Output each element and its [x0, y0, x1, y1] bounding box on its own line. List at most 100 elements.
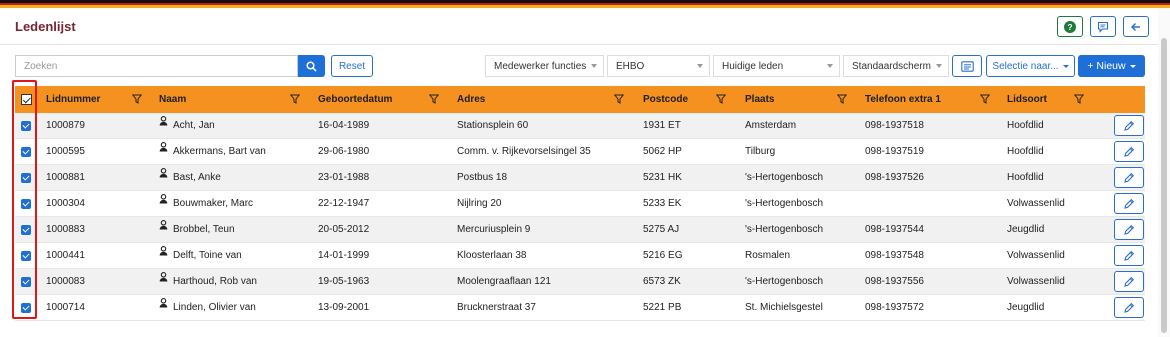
cell-adres: Comm. v. Rijkevorselsingel 35 — [457, 146, 591, 157]
cell-adres: Moolengraaflaan 121 — [457, 276, 551, 287]
cell-lidsoort: Jeugdlid — [1007, 224, 1045, 235]
edit-button[interactable] — [1114, 141, 1144, 162]
cell-naam: Brobbel, Teun — [159, 217, 235, 243]
edit-button[interactable] — [1114, 271, 1144, 292]
cell-naam: Akkermans, Bart van — [159, 139, 266, 165]
row-checkbox[interactable] — [21, 121, 31, 131]
column-header-postcode[interactable]: Postcode — [643, 86, 688, 113]
pencil-icon — [1123, 302, 1135, 314]
cell-plaats: 's-Hertogenbosch — [745, 276, 824, 287]
back-arrow-icon — [1131, 22, 1140, 31]
message-button[interactable] — [952, 55, 982, 77]
cell-adres: Postbus 18 — [457, 172, 508, 183]
row-checkbox[interactable] — [21, 147, 31, 157]
table-header: Lidnummer Naam Geboortedatum Adres Postc… — [15, 86, 1145, 113]
filter-icon[interactable] — [614, 94, 624, 104]
cell-lidnummer: 1000304 — [46, 198, 85, 209]
comment-button[interactable] — [1090, 16, 1116, 37]
row-checkbox[interactable] — [21, 303, 31, 313]
svg-text:?: ? — [1067, 22, 1072, 32]
scrollbar-thumb[interactable] — [1161, 38, 1167, 333]
edit-button[interactable] — [1114, 297, 1144, 318]
member-name: Brobbel, Teun — [173, 224, 235, 235]
cell-geboortedatum: 20-05-2012 — [318, 224, 370, 235]
cell-plaats: Tilburg — [745, 146, 776, 157]
edit-button[interactable] — [1114, 219, 1144, 240]
selectie-naar-button[interactable]: Selectie naar... — [986, 55, 1075, 77]
top-color-stripe — [0, 0, 1170, 8]
help-button[interactable]: ? — [1057, 16, 1083, 37]
row-checkbox[interactable] — [21, 173, 31, 183]
table-row[interactable]: 1000714 Linden, Olivier van 13-09-2001 Bruc… — [15, 295, 1145, 321]
table-row[interactable]: 1000881 Bast, Anke 23-01-1988 Postbus 18 523… — [15, 165, 1145, 191]
filter-icon[interactable] — [980, 94, 990, 104]
edit-button[interactable] — [1114, 245, 1144, 266]
cell-postcode: 5062 HP — [643, 146, 682, 157]
edit-button[interactable] — [1114, 115, 1144, 136]
column-header-lidsoort[interactable]: Lidsoort — [1007, 86, 1047, 113]
column-header-telefoon[interactable]: Telefoon extra 1 — [865, 86, 941, 113]
table-row[interactable]: 1000441 Delft, Toine van 14-01-1999 Klooste… — [15, 243, 1145, 269]
table-row[interactable]: 1000879 Acht, Jan 16-04-1989 Stationsplein … — [15, 113, 1145, 139]
column-header-geboortedatum[interactable]: Geboortedatum — [318, 86, 392, 113]
filter-icon[interactable] — [837, 94, 847, 104]
filter-icon[interactable] — [429, 94, 439, 104]
chevron-down-icon — [591, 64, 597, 68]
filter-icon[interactable] — [290, 94, 300, 104]
scherm-select[interactable]: Standaardscherm — [843, 55, 949, 77]
member-name: Akkermans, Bart van — [173, 146, 266, 157]
cell-lidsoort: Hoofdlid — [1007, 120, 1044, 131]
row-checkbox[interactable] — [21, 199, 31, 209]
cell-lidsoort: Volwassenlid — [1007, 276, 1065, 287]
person-icon — [159, 189, 168, 215]
back-button[interactable] — [1123, 16, 1149, 37]
cell-lidsoort: Jeugdlid — [1007, 302, 1045, 313]
search-button[interactable] — [298, 55, 325, 77]
cell-adres: Kloosterlaan 38 — [457, 250, 527, 261]
cell-telefoon: 098-1937548 — [865, 250, 924, 261]
cell-geboortedatum: 19-05-1963 — [318, 276, 370, 287]
select-value: Huidige leden — [722, 60, 784, 72]
table-row[interactable]: 1000595 Akkermans, Bart van 29-06-1980 Comm… — [15, 139, 1145, 165]
filter-icon[interactable] — [132, 94, 142, 104]
row-checkbox[interactable] — [21, 277, 31, 287]
filter-icon[interactable] — [1074, 94, 1084, 104]
column-header-lidnummer[interactable]: Lidnummer — [46, 86, 100, 113]
nieuw-button[interactable]: + Nieuw — [1078, 55, 1145, 77]
select-all-checkbox[interactable] — [21, 94, 32, 105]
help-icon: ? — [1064, 20, 1076, 33]
row-checkbox[interactable] — [21, 225, 31, 235]
medewerker-functies-select[interactable]: Medewerker functies — [485, 55, 604, 77]
column-header-plaats[interactable]: Plaats — [745, 86, 774, 113]
cell-plaats: 's-Hertogenbosch — [745, 224, 824, 235]
search-input[interactable] — [15, 55, 298, 77]
cell-telefoon: 098-1937526 — [865, 172, 924, 183]
column-header-naam[interactable]: Naam — [159, 86, 186, 113]
column-header-adres[interactable]: Adres — [457, 86, 485, 113]
nieuw-label: + Nieuw — [1087, 60, 1126, 72]
edit-button[interactable] — [1114, 193, 1144, 214]
ehbo-select[interactable]: EHBO — [607, 55, 710, 77]
table-row[interactable]: 1000083 Harthoud, Rob van 19-05-1963 Moolen… — [15, 269, 1145, 295]
chevron-down-icon — [697, 64, 703, 68]
cell-naam: Bouwmaker, Marc — [159, 191, 253, 217]
cell-geboortedatum: 29-06-1980 — [318, 146, 370, 157]
huidige-leden-select[interactable]: Huidige leden — [713, 55, 840, 77]
member-name: Harthoud, Rob van — [173, 276, 257, 287]
search-icon — [306, 60, 317, 72]
member-name: Bast, Anke — [173, 172, 221, 183]
person-icon — [159, 215, 168, 241]
edit-button[interactable] — [1114, 167, 1144, 188]
reset-button[interactable]: Reset — [331, 55, 373, 77]
cell-lidsoort: Hoofdlid — [1007, 172, 1044, 183]
cell-lidnummer: 1000083 — [46, 276, 85, 287]
member-name: Linden, Olivier van — [173, 302, 256, 313]
row-checkbox[interactable] — [21, 251, 31, 261]
selectie-label: Selectie naar... — [992, 60, 1059, 72]
cell-geboortedatum: 23-01-1988 — [318, 172, 370, 183]
table-row[interactable]: 1000304 Bouwmaker, Marc 22-12-1947 Nijlring… — [15, 191, 1145, 217]
cell-postcode: 5231 HK — [643, 172, 682, 183]
vertical-scrollbar[interactable] — [1158, 8, 1170, 337]
filter-icon[interactable] — [716, 94, 726, 104]
table-row[interactable]: 1000883 Brobbel, Teun 20-05-2012 Mercuriusp… — [15, 217, 1145, 243]
